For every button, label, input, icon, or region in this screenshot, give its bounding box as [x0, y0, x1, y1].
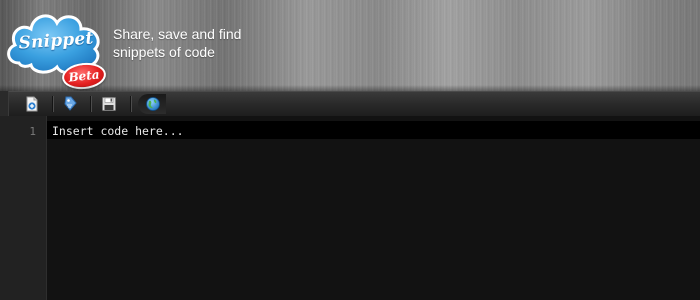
line-number-gutter: 1: [0, 116, 47, 300]
toolbar-edge: [0, 91, 8, 116]
toolbar-separator: [90, 96, 91, 112]
globe-icon: [146, 97, 160, 111]
tagline: Share, save and find snippets of code: [113, 25, 313, 61]
share-button[interactable]: [143, 95, 163, 113]
toolbar-separator: [52, 96, 53, 112]
logo[interactable]: Snippet Beta: [5, 5, 108, 92]
save-button[interactable]: [99, 95, 119, 113]
code-editor[interactable]: Insert code here...: [47, 116, 700, 300]
tagline-line-1: Share, save and find: [113, 26, 242, 42]
floppy-disk-icon: [102, 97, 116, 111]
header: Snippet Beta Share, save and find snippe…: [0, 0, 700, 92]
app-window: Snippet Beta Share, save and find snippe…: [0, 0, 700, 300]
tagline-line-2: snippets of code: [113, 44, 215, 60]
tag-icon: [64, 96, 77, 111]
toolbar: [8, 91, 700, 116]
toolbar-separator: [130, 96, 131, 112]
tag-button[interactable]: [60, 95, 80, 113]
code-editor-placeholder[interactable]: Insert code here...: [52, 124, 184, 138]
new-snippet-button[interactable]: [22, 95, 42, 113]
new-document-icon: [26, 96, 38, 112]
line-number: 1: [29, 125, 36, 138]
